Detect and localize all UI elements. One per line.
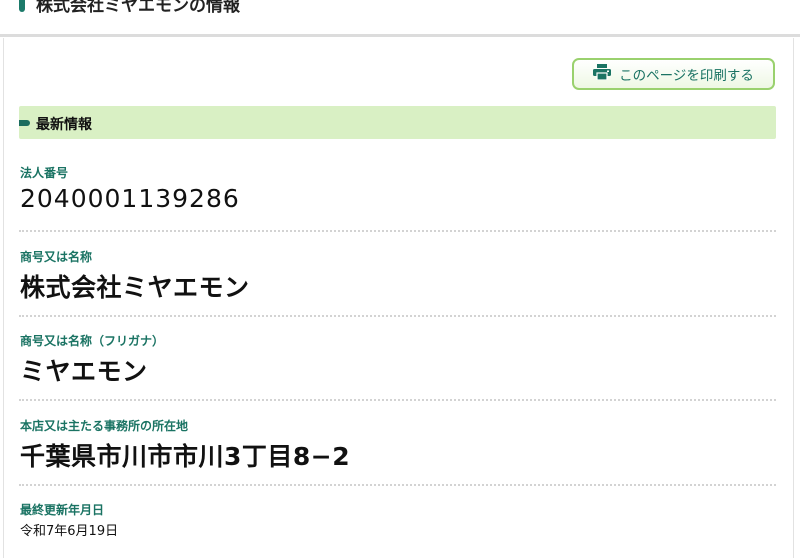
corporate-number-value: 2040001139286 xyxy=(20,184,240,213)
page-header: 株式会社ミヤエモンの情報 xyxy=(0,0,800,37)
divider xyxy=(19,230,776,232)
print-page-button[interactable]: このページを印刷する xyxy=(572,58,775,90)
header-accent-bar xyxy=(19,0,25,12)
company-name-kana-label: 商号又は名称（フリガナ） xyxy=(20,334,165,348)
page-title: 株式会社ミヤエモンの情報 xyxy=(36,0,240,16)
company-name-label: 商号又は名称 xyxy=(20,250,93,264)
address-label: 本店又は主たる事務所の所在地 xyxy=(20,419,189,433)
printer-icon xyxy=(593,64,612,84)
print-button-label: このページを印刷する xyxy=(619,68,754,84)
corporate-number-label: 法人番号 xyxy=(20,166,69,180)
last-updated-label: 最終更新年月日 xyxy=(20,503,105,517)
latest-info-section-header: 最新情報 xyxy=(19,106,776,139)
company-name-value: 株式会社ミヤエモン xyxy=(20,273,250,302)
section-marker xyxy=(19,120,30,126)
divider xyxy=(19,484,776,486)
company-name-kana-value: ミヤエモン xyxy=(20,357,148,386)
address-value: 千葉県市川市市川3丁目8−2 xyxy=(20,442,351,471)
divider xyxy=(19,399,776,401)
divider xyxy=(19,315,776,317)
last-updated-value: 令和7年6月19日 xyxy=(20,524,119,539)
section-title: 最新情報 xyxy=(36,117,92,133)
